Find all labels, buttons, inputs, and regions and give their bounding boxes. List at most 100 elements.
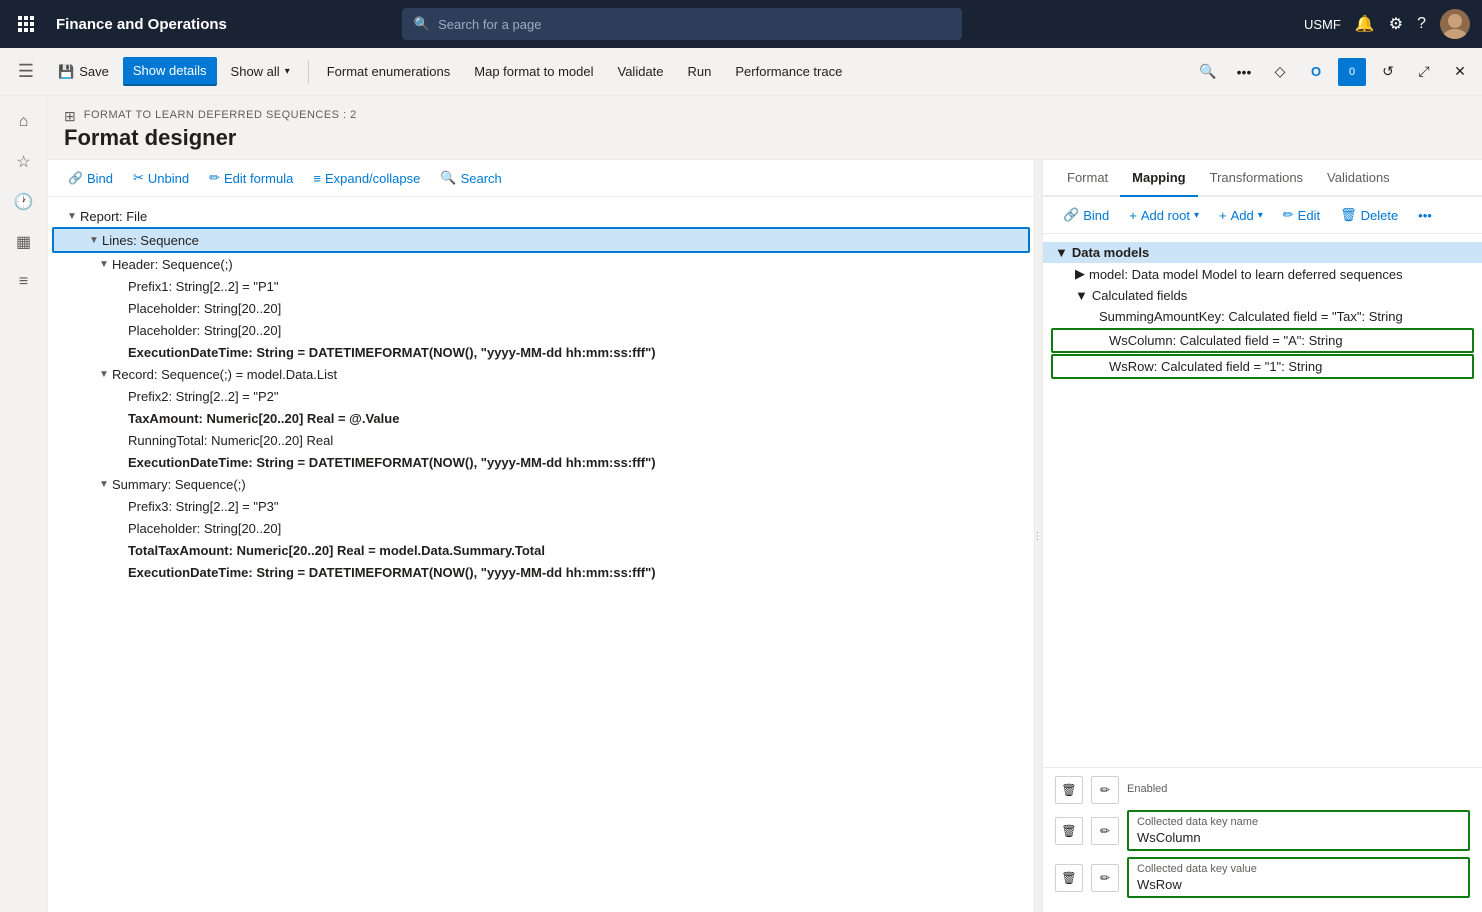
format-enumerations-button[interactable]: Format enumerations <box>317 58 461 85</box>
add-root-button[interactable]: + Add root ▾ <box>1121 204 1207 227</box>
app-grid-icon[interactable] <box>12 10 40 38</box>
add-button[interactable]: + Add ▾ <box>1211 204 1271 227</box>
enabled-edit-btn[interactable]: ✏ <box>1091 776 1119 804</box>
bind-button[interactable]: 🔗 Bind <box>60 167 121 190</box>
tree-node-lines[interactable]: ▼Lines: Sequence <box>52 227 1030 253</box>
map-format-button[interactable]: Map format to model <box>464 58 603 85</box>
add-label: Add <box>1231 208 1254 223</box>
right-bind-button[interactable]: 🔗 Bind <box>1055 203 1117 227</box>
data-node-data_models[interactable]: ▼Data models <box>1043 242 1482 263</box>
toolbar-office-icon[interactable]: O <box>1302 58 1330 86</box>
tree-node-text-lines: Lines: Sequence <box>102 233 1028 248</box>
validate-button[interactable]: Validate <box>608 58 674 85</box>
search-button[interactable]: 🔍 Search <box>432 166 509 190</box>
tree-node-record[interactable]: ▼Record: Sequence(;) = model.Data.List <box>48 363 1034 385</box>
help-icon[interactable]: ? <box>1417 15 1426 33</box>
data-node-text-model: model: Data model Model to learn deferre… <box>1089 267 1403 282</box>
tree-node-report[interactable]: ▼Report: File <box>48 205 1034 227</box>
user-avatar[interactable] <box>1440 9 1470 39</box>
global-search-bar[interactable]: 🔍 Search for a page <box>402 8 962 40</box>
tab-transformations[interactable]: Transformations <box>1198 160 1315 197</box>
show-all-button[interactable]: Show all ▾ <box>221 58 300 85</box>
data-node-model[interactable]: ▶model: Data model Model to learn deferr… <box>1043 263 1482 285</box>
performance-trace-button[interactable]: Performance trace <box>725 58 852 85</box>
format-tree[interactable]: ▼Report: File▼Lines: Sequence▼Header: Se… <box>48 197 1034 912</box>
tree-node-prefix1[interactable]: Prefix1: String[2..2] = "P1" <box>48 275 1034 297</box>
edit-button[interactable]: ✏ Edit <box>1275 203 1328 227</box>
notification-icon[interactable]: 🔔 <box>1355 14 1375 34</box>
tree-node-placeholder1[interactable]: Placeholder: String[20..20] <box>48 297 1034 319</box>
filter-icon[interactable]: ⊞ <box>64 108 76 125</box>
tab-format[interactable]: Format <box>1055 160 1120 197</box>
unbind-button[interactable]: ✂ Unbind <box>125 166 197 190</box>
sidebar: ⌂ ☆ 🕐 ▦ ≡ <box>0 96 48 912</box>
tree-toggle-lines: ▼ <box>86 232 102 248</box>
tree-node-text-execdate3: ExecutionDateTime: String = DATETIMEFORM… <box>128 565 1034 580</box>
enabled-delete-btn[interactable]: 🗑 <box>1055 776 1083 804</box>
key-name-edit-btn[interactable]: ✏ <box>1091 817 1119 845</box>
sidebar-favorites-icon[interactable]: ☆ <box>6 144 42 180</box>
key-name-delete-btn[interactable]: 🗑 <box>1055 817 1083 845</box>
run-button[interactable]: Run <box>678 58 722 85</box>
right-panel-tabs: FormatMappingTransformationsValidations <box>1043 160 1482 197</box>
toolbar-search-icon[interactable]: 🔍 <box>1194 58 1222 86</box>
tree-toggle-placeholder1 <box>112 300 128 316</box>
right-sub-toolbar: 🔗 Bind + Add root ▾ + Add ▾ ✏ <box>1043 197 1482 234</box>
tree-node-prefix3[interactable]: Prefix3: String[2..2] = "P3" <box>48 495 1034 517</box>
sidebar-recent-icon[interactable]: 🕐 <box>6 184 42 220</box>
save-button[interactable]: 💾 Save <box>48 58 119 86</box>
tree-node-execdate2[interactable]: ExecutionDateTime: String = DATETIMEFORM… <box>48 451 1034 473</box>
tree-node-runningtotal[interactable]: RunningTotal: Numeric[20..20] Real <box>48 429 1034 451</box>
tree-node-text-prefix3: Prefix3: String[2..2] = "P3" <box>128 499 1034 514</box>
tree-node-prefix2[interactable]: Prefix2: String[2..2] = "P2" <box>48 385 1034 407</box>
delete-button[interactable]: 🗑 Delete <box>1332 203 1406 227</box>
toolbar-diamond-icon[interactable]: ◇ <box>1266 58 1294 86</box>
tree-node-text-execdate2: ExecutionDateTime: String = DATETIMEFORM… <box>128 455 1034 470</box>
tree-node-text-taxamount: TaxAmount: Numeric[20..20] Real = @.Valu… <box>128 411 1034 426</box>
expand-collapse-button[interactable]: ≡ Expand/collapse <box>305 167 428 190</box>
panel-divider[interactable]: ⋮ <box>1034 160 1042 912</box>
map-format-label: Map format to model <box>474 64 593 79</box>
settings-icon[interactable]: ⚙ <box>1389 14 1403 34</box>
data-node-summing[interactable]: SummingAmountKey: Calculated field = "Ta… <box>1043 306 1482 327</box>
tab-validations[interactable]: Validations <box>1315 160 1402 197</box>
tree-node-placeholder3[interactable]: Placeholder: String[20..20] <box>48 517 1034 539</box>
toolbar-more-icon[interactable]: ••• <box>1230 58 1258 86</box>
data-model-tree[interactable]: ▼Data models▶model: Data model Model to … <box>1043 234 1482 767</box>
key-value-edit-btn[interactable]: ✏ <box>1091 864 1119 892</box>
tab-mapping[interactable]: Mapping <box>1120 160 1197 197</box>
toolbar-close-icon[interactable]: ✕ <box>1446 58 1474 86</box>
tree-node-text-totaltax: TotalTaxAmount: Numeric[20..20] Real = m… <box>128 543 1034 558</box>
tree-node-header[interactable]: ▼Header: Sequence(;) <box>48 253 1034 275</box>
sidebar-workspaces-icon[interactable]: ▦ <box>6 224 42 260</box>
edit-formula-button[interactable]: ✏ Edit formula <box>201 166 301 190</box>
key-name-value: WsColumn <box>1137 830 1460 845</box>
sidebar-home-icon[interactable]: ⌂ <box>6 104 42 140</box>
tree-node-execdate1[interactable]: ExecutionDateTime: String = DATETIMEFORM… <box>48 341 1034 363</box>
tree-node-totaltax[interactable]: TotalTaxAmount: Numeric[20..20] Real = m… <box>48 539 1034 561</box>
tree-node-execdate3[interactable]: ExecutionDateTime: String = DATETIMEFORM… <box>48 561 1034 583</box>
data-node-text-wsrow: WsRow: Calculated field = "1": String <box>1109 359 1322 374</box>
top-navbar: Finance and Operations 🔍 Search for a pa… <box>0 0 1482 48</box>
data-node-wscolumn[interactable]: WsColumn: Calculated field = "A": String <box>1051 328 1474 353</box>
key-value-label: Collected data key value <box>1137 863 1460 875</box>
data-node-wsrow[interactable]: WsRow: Calculated field = "1": String <box>1051 354 1474 379</box>
page-title: Format designer <box>64 125 1466 151</box>
data-node-calc_fields[interactable]: ▼Calculated fields <box>1043 285 1482 306</box>
add-root-icon: + <box>1129 208 1137 223</box>
toolbar-badge-icon[interactable]: 0 <box>1338 58 1366 86</box>
tree-node-placeholder2[interactable]: Placeholder: String[20..20] <box>48 319 1034 341</box>
left-sub-toolbar: 🔗 Bind ✂ Unbind ✏ Edit formula ≡ Expand/… <box>48 160 1034 197</box>
sidebar-modules-icon[interactable]: ≡ <box>6 264 42 300</box>
tree-node-summary[interactable]: ▼Summary: Sequence(;) <box>48 473 1034 495</box>
toolbar-external-icon[interactable]: ⤢ <box>1410 58 1438 86</box>
key-value-delete-btn[interactable]: 🗑 <box>1055 864 1083 892</box>
toolbar-refresh-icon[interactable]: ↺ <box>1374 58 1402 86</box>
enabled-property-row: 🗑 ✏ Enabled <box>1055 776 1470 804</box>
show-details-button[interactable]: Show details <box>123 57 217 86</box>
right-more-button[interactable]: ••• <box>1410 204 1440 227</box>
hamburger-menu-icon[interactable]: ☰ <box>8 54 44 90</box>
tree-node-taxamount[interactable]: TaxAmount: Numeric[20..20] Real = @.Valu… <box>48 407 1034 429</box>
key-value-property-row: 🗑 ✏ Collected data key value WsRow <box>1055 857 1470 898</box>
edit-icon: ✏ <box>1283 207 1294 223</box>
